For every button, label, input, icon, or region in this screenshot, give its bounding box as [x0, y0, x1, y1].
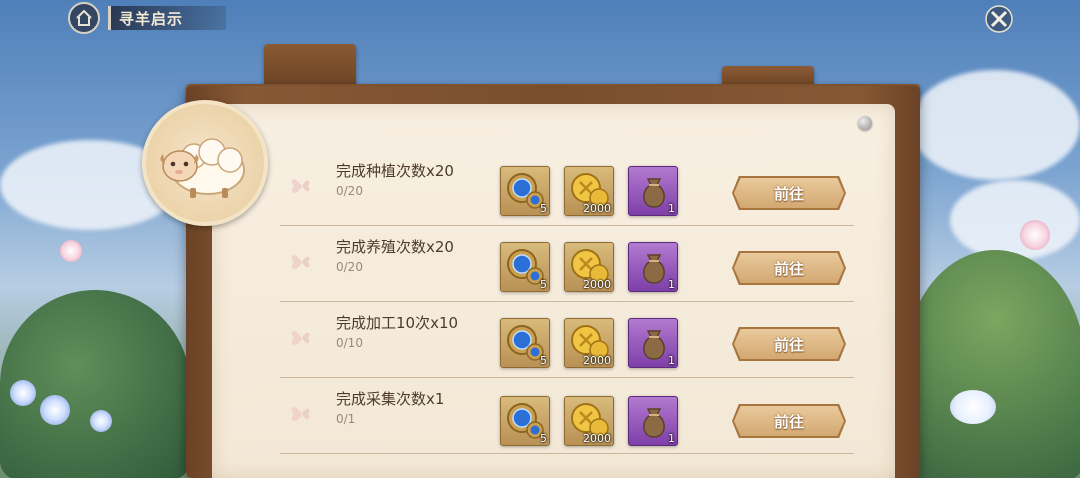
- bush: [905, 250, 1080, 478]
- close-icon: [985, 5, 1013, 33]
- sheep-icon: [160, 138, 245, 198]
- reward-count: 5: [540, 278, 547, 291]
- reward-coin[interactable]: 2000: [564, 242, 614, 292]
- home-button[interactable]: [68, 2, 100, 34]
- reward-coin[interactable]: 2000: [564, 166, 614, 216]
- reward-gem[interactable]: 5: [500, 396, 550, 446]
- flower: [40, 395, 70, 425]
- reward-gem[interactable]: 5: [500, 242, 550, 292]
- task-row: 完成采集次数x1 0/1 5 2000 1 前往: [280, 378, 854, 454]
- reward-count: 2000: [583, 432, 611, 445]
- flower: [950, 390, 996, 424]
- task-progress: 0/20: [336, 184, 363, 198]
- close-button[interactable]: [982, 2, 1016, 36]
- reward-count: 2000: [583, 354, 611, 367]
- reward-count: 1: [668, 354, 675, 367]
- go-button[interactable]: 前往: [734, 329, 844, 359]
- task-title: 完成种植次数x20: [336, 162, 454, 180]
- reward-count: 5: [540, 432, 547, 445]
- task-title: 完成养殖次数x20: [336, 238, 454, 256]
- reward-coin[interactable]: 2000: [564, 396, 614, 446]
- reward-bag[interactable]: 1: [628, 242, 678, 292]
- reward-count: 2000: [583, 278, 611, 291]
- flower: [60, 240, 82, 262]
- reward-coin[interactable]: 2000: [564, 318, 614, 368]
- pin: [858, 116, 872, 130]
- home-icon: [76, 9, 92, 26]
- cloud: [910, 70, 1080, 180]
- reward-count: 1: [668, 202, 675, 215]
- butterfly-icon: [291, 331, 310, 345]
- page-title: 寻羊启示: [108, 6, 226, 30]
- reward-count: 5: [540, 202, 547, 215]
- task-title: 完成采集次数x1: [336, 390, 445, 408]
- reward-count: 5: [540, 354, 547, 367]
- reward-count: 1: [668, 278, 675, 291]
- task-progress: 0/10: [336, 336, 363, 350]
- task-progress: 0/1: [336, 412, 356, 426]
- task-row: 完成加工10次x10 0/10 5 2000 1 前往: [280, 302, 854, 378]
- reward-gem[interactable]: 5: [500, 318, 550, 368]
- flower: [1020, 220, 1050, 250]
- cloud: [950, 180, 1080, 260]
- task-title: 完成加工10次x10: [336, 314, 459, 332]
- task-row: 完成养殖次数x20 0/20 5 2000 1 前往: [280, 226, 854, 302]
- reward-gem[interactable]: 5: [500, 166, 550, 216]
- reward-bag[interactable]: 1: [628, 318, 678, 368]
- sheep-medallion: [142, 100, 268, 226]
- flower: [90, 410, 112, 432]
- task-row: 完成种植次数x20 0/20 5 2000 1 前往: [280, 150, 854, 226]
- go-button[interactable]: 前往: [734, 253, 844, 283]
- task-progress: 0/20: [336, 260, 363, 274]
- reward-bag[interactable]: 1: [628, 166, 678, 216]
- go-button[interactable]: 前往: [734, 178, 844, 208]
- reward-count: 2000: [583, 202, 611, 215]
- flower: [10, 380, 36, 406]
- butterfly-icon: [291, 255, 310, 269]
- butterfly-icon: [291, 179, 310, 193]
- go-button[interactable]: 前往: [734, 406, 844, 436]
- reward-bag[interactable]: 1: [628, 396, 678, 446]
- reward-count: 1: [668, 432, 675, 445]
- butterfly-icon: [291, 407, 310, 421]
